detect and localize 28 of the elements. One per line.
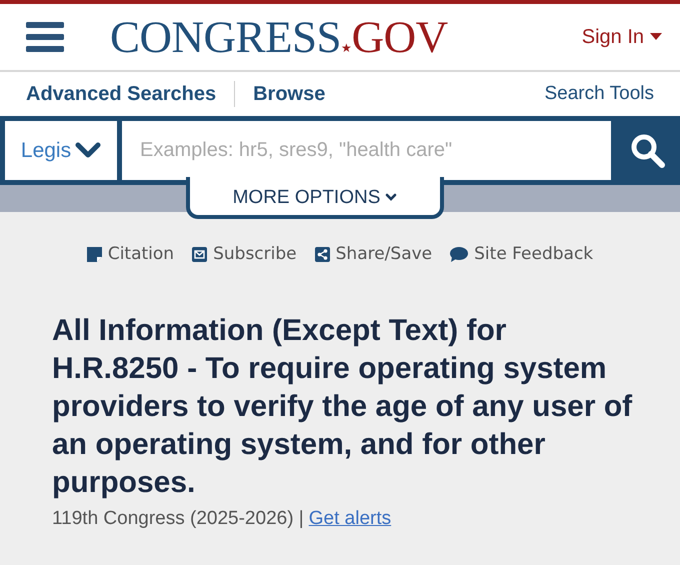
speech-bubble-icon (450, 246, 468, 262)
action-label: Share/Save (336, 244, 432, 264)
action-label: Citation (108, 244, 174, 264)
scope-dropdown[interactable]: Legis (5, 121, 117, 180)
caret-icon (650, 33, 662, 41)
share-icon (314, 246, 330, 262)
action-link[interactable]: Share/Save (314, 244, 432, 264)
action-label: Subscribe (213, 244, 297, 264)
more-options-tab[interactable]: MORE OPTIONS (186, 177, 444, 219)
nav-link[interactable]: Browse (253, 82, 326, 106)
search-tools-link[interactable]: Search Tools (544, 83, 654, 105)
congress-label: 119th Congress (2025-2026) | (52, 508, 304, 530)
action-link[interactable]: Citation (86, 244, 174, 264)
site-logo[interactable]: CONGRESS★GOV (110, 11, 448, 63)
action-link[interactable]: Subscribe (192, 244, 297, 264)
sign-in-button[interactable]: Sign In (582, 26, 662, 48)
chevron-icon (75, 142, 102, 160)
mail-icon (192, 246, 208, 262)
nav-link[interactable]: Advanced Searches (26, 82, 216, 106)
search-icon (630, 132, 666, 168)
search-field[interactable]: Examples: hr5, sres9, "health care" (122, 121, 611, 180)
action-link[interactable]: Site Feedback (450, 244, 594, 264)
bill-title: All Information (Except Text) for H.R.8250 - To require operating system providers to verify the age of any user of an operating system, and for other purposes. (52, 313, 634, 501)
menu-icon[interactable] (26, 21, 64, 53)
note-icon (86, 246, 102, 262)
get-alerts-link[interactable]: Get alerts (308, 508, 392, 530)
action-label: Site Feedback (474, 244, 594, 264)
chevron-icon (385, 193, 398, 202)
